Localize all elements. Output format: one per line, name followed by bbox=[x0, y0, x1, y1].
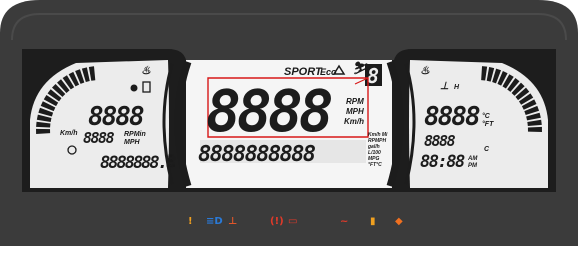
clock-digits: 88:88 bbox=[420, 152, 465, 172]
left-small-digits: 8888 bbox=[83, 129, 115, 147]
left-small-unit-mph: MPH bbox=[124, 139, 141, 146]
right-small-digits: 8888 bbox=[424, 132, 456, 150]
odometer-digits: 8888888.8 bbox=[100, 153, 176, 173]
left-small-unit-rpmin: RPMin bbox=[124, 131, 146, 138]
right-temp-digits: 8888 bbox=[424, 102, 480, 132]
check-engine-icon: ◆ bbox=[395, 216, 403, 227]
right-bar-gauge-segment bbox=[527, 126, 542, 133]
right-temp-unit-c: °C bbox=[482, 112, 491, 120]
clock-am: AM bbox=[467, 156, 478, 162]
gear-indicator-digit: 8 bbox=[367, 64, 379, 88]
right-temp-unit-f: °FT bbox=[482, 120, 494, 128]
warning-lamp-row: ! ≡D ⊥ (!) ▭ ~ ▮ ◆ bbox=[188, 216, 403, 227]
oil-pressure-icon: ~ bbox=[340, 216, 348, 227]
left-speed-digits: 8888 bbox=[88, 102, 144, 132]
brake-warning-icon: (!) bbox=[270, 216, 284, 227]
main-readout-digits: 8888 bbox=[206, 77, 332, 145]
heated-grip-icon: ♨ bbox=[141, 65, 151, 77]
instrument-cluster: SPORT Eco ⛷ 8 8888 RPM MPH Km/h 88888888… bbox=[0, 0, 578, 246]
right-unit-temp: °FT°C bbox=[368, 162, 382, 168]
main-unit-rpm: RPM bbox=[346, 97, 364, 106]
coolant-warning-icon: ⊥ bbox=[228, 216, 237, 227]
low-fuel-icon: ▮ bbox=[370, 216, 376, 227]
center-text-row-digits: 8888888888 bbox=[198, 142, 316, 167]
battery-warning-icon: ▭ bbox=[288, 216, 297, 227]
left-indicator-dot bbox=[130, 84, 138, 92]
high-beam-icon: ≡D bbox=[206, 216, 223, 227]
main-unit-kmh: Km/h bbox=[344, 117, 364, 126]
center-text-row: 8888888888 bbox=[198, 140, 366, 167]
main-unit-mph: MPH bbox=[346, 107, 364, 116]
left-bar-gauge-segment bbox=[36, 128, 51, 135]
left-speed-unit: Km/h bbox=[60, 130, 78, 137]
coolant-temp-icon: ⊥ bbox=[440, 81, 449, 92]
odometer-unit-km: Km bbox=[168, 163, 175, 168]
clock-pm: PM bbox=[468, 163, 478, 169]
master-warning-icon: ! bbox=[188, 216, 193, 227]
seat-heater-icon: ♨ bbox=[420, 65, 430, 77]
